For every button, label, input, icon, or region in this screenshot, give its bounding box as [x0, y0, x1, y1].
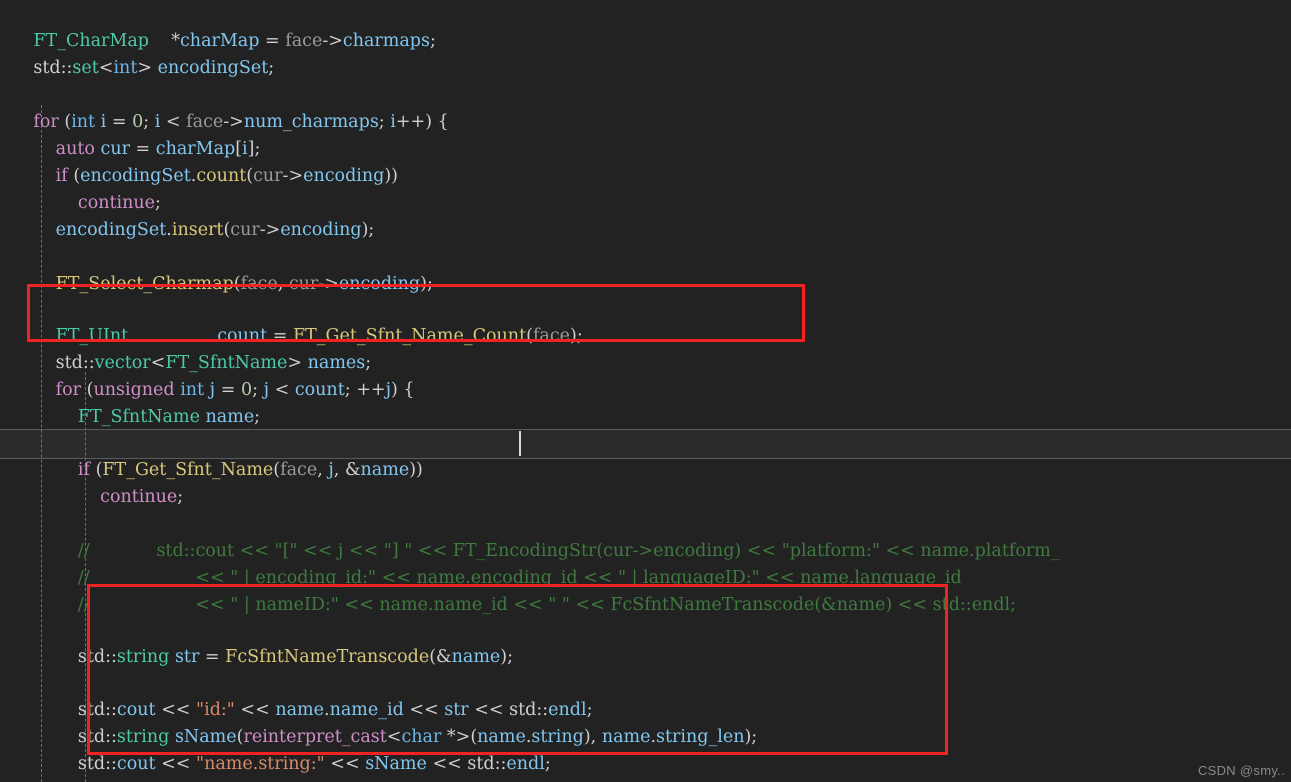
- code-line[interactable]: FT_SfntName name;: [0, 377, 1291, 427]
- code-line[interactable]: std::vector<FT_SfntName> names;: [0, 323, 1291, 373]
- code-line-comment[interactable]: // std::cout << "[" << j << "] " << FT_E…: [0, 511, 1291, 561]
- code-line[interactable]: continue;: [0, 457, 1291, 507]
- code-line[interactable]: FT_CharMap *charMap = face->charmaps;: [0, 1, 1291, 51]
- code-line[interactable]: encodingSet.insert(cur->encoding);: [0, 190, 1291, 240]
- code-editor[interactable]: FT_CharMap *charMap = face->charmaps; st…: [0, 0, 1291, 782]
- code-line[interactable]: FT_UInt count = FT_Get_Sfnt_Name_Count(f…: [0, 296, 1291, 346]
- code-line[interactable]: std::string str = FcSfntNameTranscode(&n…: [0, 617, 1291, 667]
- code-line[interactable]: continue;: [0, 163, 1291, 213]
- code-line[interactable]: for (int i = 0; i < face->num_charmaps; …: [0, 82, 1291, 132]
- code-line[interactable]: std::cout << "id:" << name.name_id << st…: [0, 670, 1291, 720]
- code-line[interactable]: std::set<int> encodingSet;: [0, 28, 1291, 78]
- code-line[interactable]: FT_Select_Charmap(face, cur->encoding);: [0, 244, 1291, 294]
- code-line[interactable]: auto cur = charMap[i];: [0, 109, 1291, 159]
- code-line[interactable]: std::cout << "name.string:" << sName << …: [0, 724, 1291, 774]
- code-line[interactable]: if (FT_Get_Sfnt_Name(face, j, &name)): [0, 430, 1291, 480]
- text-caret: [519, 431, 521, 456]
- watermark-text: CSDN @smy..: [1197, 763, 1285, 778]
- code-line-comment[interactable]: //: [0, 756, 1291, 782]
- code-line[interactable]: std::string sName(reinterpret_cast<char …: [0, 697, 1291, 747]
- code-line-comment[interactable]: // << " | encoding_id:" << name.encoding…: [0, 538, 1291, 588]
- code-line[interactable]: for (unsigned int j = 0; j < count; ++j)…: [0, 350, 1291, 400]
- code-line-comment[interactable]: // << " | nameID:" << name.name_id << " …: [0, 565, 1291, 615]
- code-line[interactable]: if (encodingSet.count(cur->encoding)): [0, 136, 1291, 186]
